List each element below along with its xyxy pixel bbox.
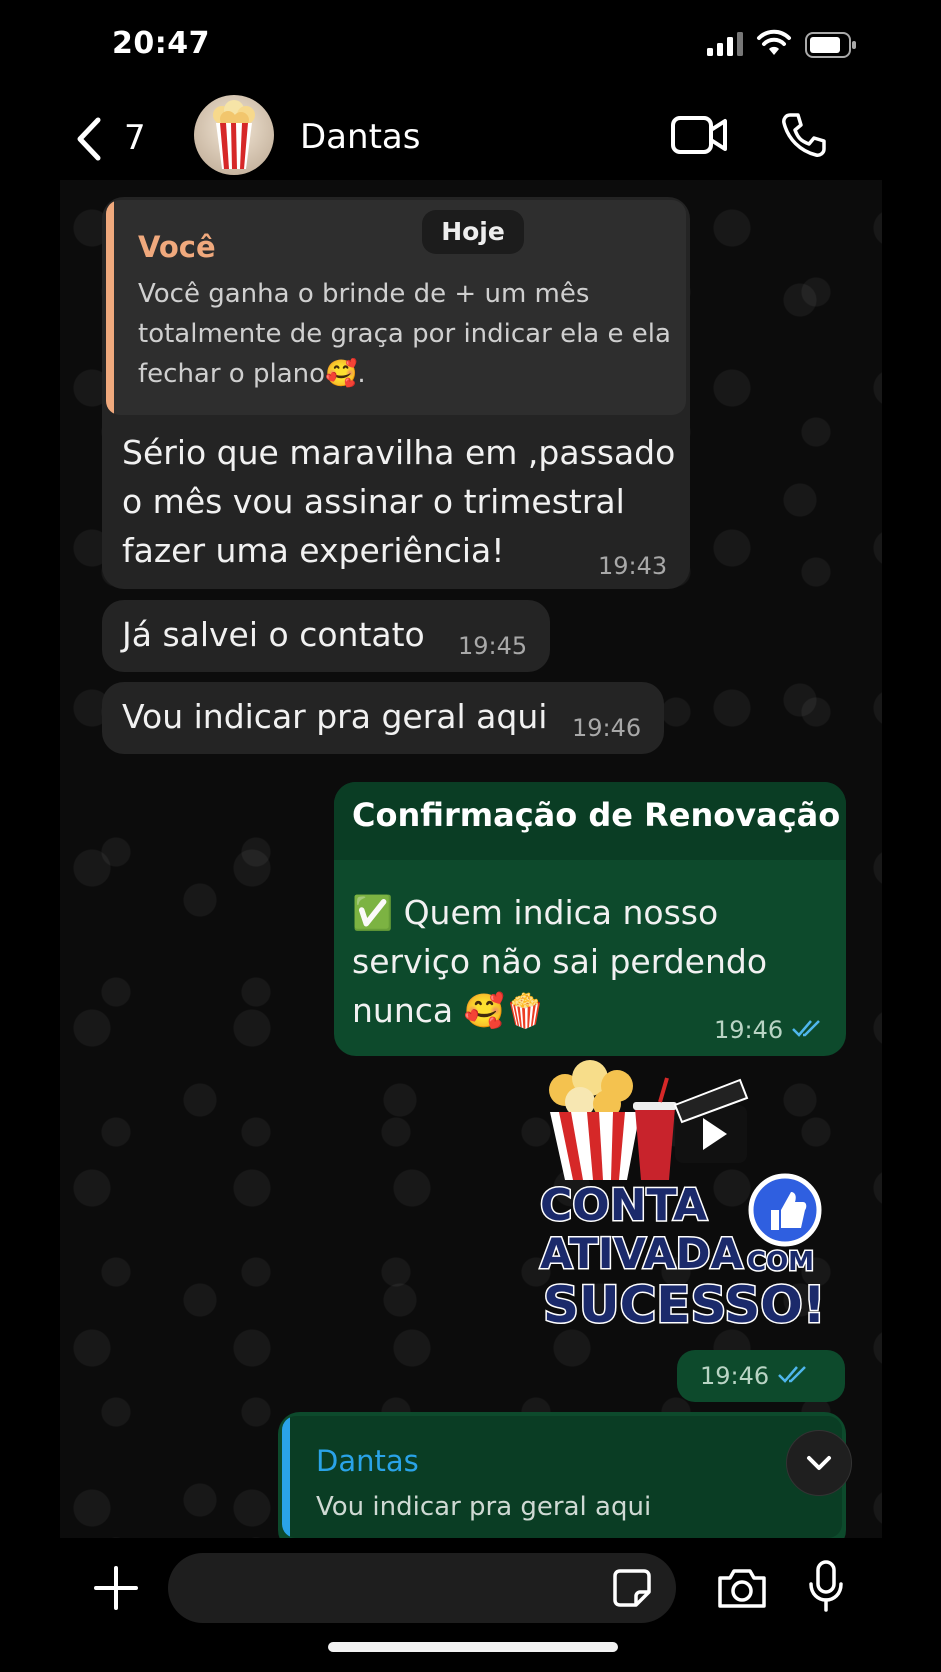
avatar[interactable] bbox=[194, 95, 274, 175]
message-time: 19:46 bbox=[572, 714, 642, 742]
back-chevron-icon[interactable] bbox=[74, 116, 104, 162]
quote-text: Vou indicar pra geral aqui bbox=[316, 1492, 652, 1522]
battery-icon bbox=[805, 32, 856, 58]
sticker-text: SUCESSO! bbox=[543, 1276, 826, 1334]
message-text-line: Sério que maravilha em ,passado bbox=[122, 433, 676, 472]
plus-icon[interactable] bbox=[94, 1566, 138, 1610]
popcorn-icon bbox=[213, 100, 255, 169]
sticker-text: ATIVADA bbox=[540, 1229, 744, 1278]
sticker-icon[interactable] bbox=[612, 1568, 652, 1608]
video-call-icon[interactable] bbox=[670, 113, 728, 157]
scroll-to-bottom-button[interactable] bbox=[786, 1430, 852, 1496]
read-receipt-icon bbox=[791, 1020, 820, 1037]
unread-count[interactable]: 7 bbox=[124, 118, 146, 158]
phone-call-icon[interactable] bbox=[780, 111, 828, 159]
contact-name[interactable]: Dantas bbox=[300, 117, 420, 157]
cellular-signal-icon bbox=[707, 32, 743, 56]
message-text-line: ✅ Quem indica nosso bbox=[352, 893, 719, 932]
date-separator: Hoje bbox=[422, 210, 524, 254]
quote-accent-bar bbox=[282, 1416, 290, 1538]
message-time: 19:43 bbox=[598, 552, 668, 580]
message-text: Vou indicar pra geral aqui bbox=[122, 697, 548, 736]
home-indicator[interactable] bbox=[328, 1642, 618, 1652]
microphone-icon[interactable] bbox=[808, 1560, 844, 1612]
message-text-line: fazer uma experiência! bbox=[122, 531, 505, 570]
quoted-message[interactable]: Dantas Vou indicar pra geral aqui bbox=[282, 1416, 842, 1538]
message-title: Confirmação de Renovação bbox=[352, 796, 841, 834]
quoted-message[interactable]: Você Você ganha o brinde de + um mês tot… bbox=[106, 200, 686, 415]
wifi-icon bbox=[757, 29, 791, 55]
message-text-line: o mês vou assinar o trimestral bbox=[122, 482, 625, 521]
message-text: Já salvei o contato bbox=[122, 615, 425, 654]
message-text-line: nunca 🥰🍿 bbox=[352, 991, 546, 1030]
quote-author: Você bbox=[138, 230, 216, 264]
quote-text-line: Você ganha o brinde de + um mês bbox=[138, 279, 590, 309]
message-time: 19:46 bbox=[700, 1362, 811, 1390]
sticker-text: CONTA bbox=[540, 1180, 707, 1231]
status-time: 20:47 bbox=[112, 26, 210, 61]
message-input[interactable] bbox=[168, 1553, 676, 1623]
message-text-line: serviço não sai perdendo bbox=[352, 942, 768, 981]
quote-author: Dantas bbox=[316, 1444, 419, 1478]
sticker-text: COM bbox=[747, 1247, 814, 1277]
sticker-image[interactable]: CONTA ATIVADA COM SUCESSO! bbox=[535, 1060, 835, 1345]
message-time: 19:46 bbox=[714, 1016, 825, 1044]
read-receipt-icon bbox=[777, 1366, 806, 1383]
chevron-down-icon bbox=[807, 1456, 831, 1470]
quote-accent-bar bbox=[106, 200, 114, 415]
message-time-label: 19:46 bbox=[700, 1362, 770, 1390]
message-time: 19:45 bbox=[458, 632, 528, 660]
quote-text-line: fechar o plano🥰. bbox=[138, 359, 366, 389]
camera-icon[interactable] bbox=[716, 1566, 768, 1610]
quote-text-line: totalmente de graça por indicar ela e el… bbox=[138, 319, 671, 349]
message-time-label: 19:46 bbox=[714, 1016, 784, 1044]
